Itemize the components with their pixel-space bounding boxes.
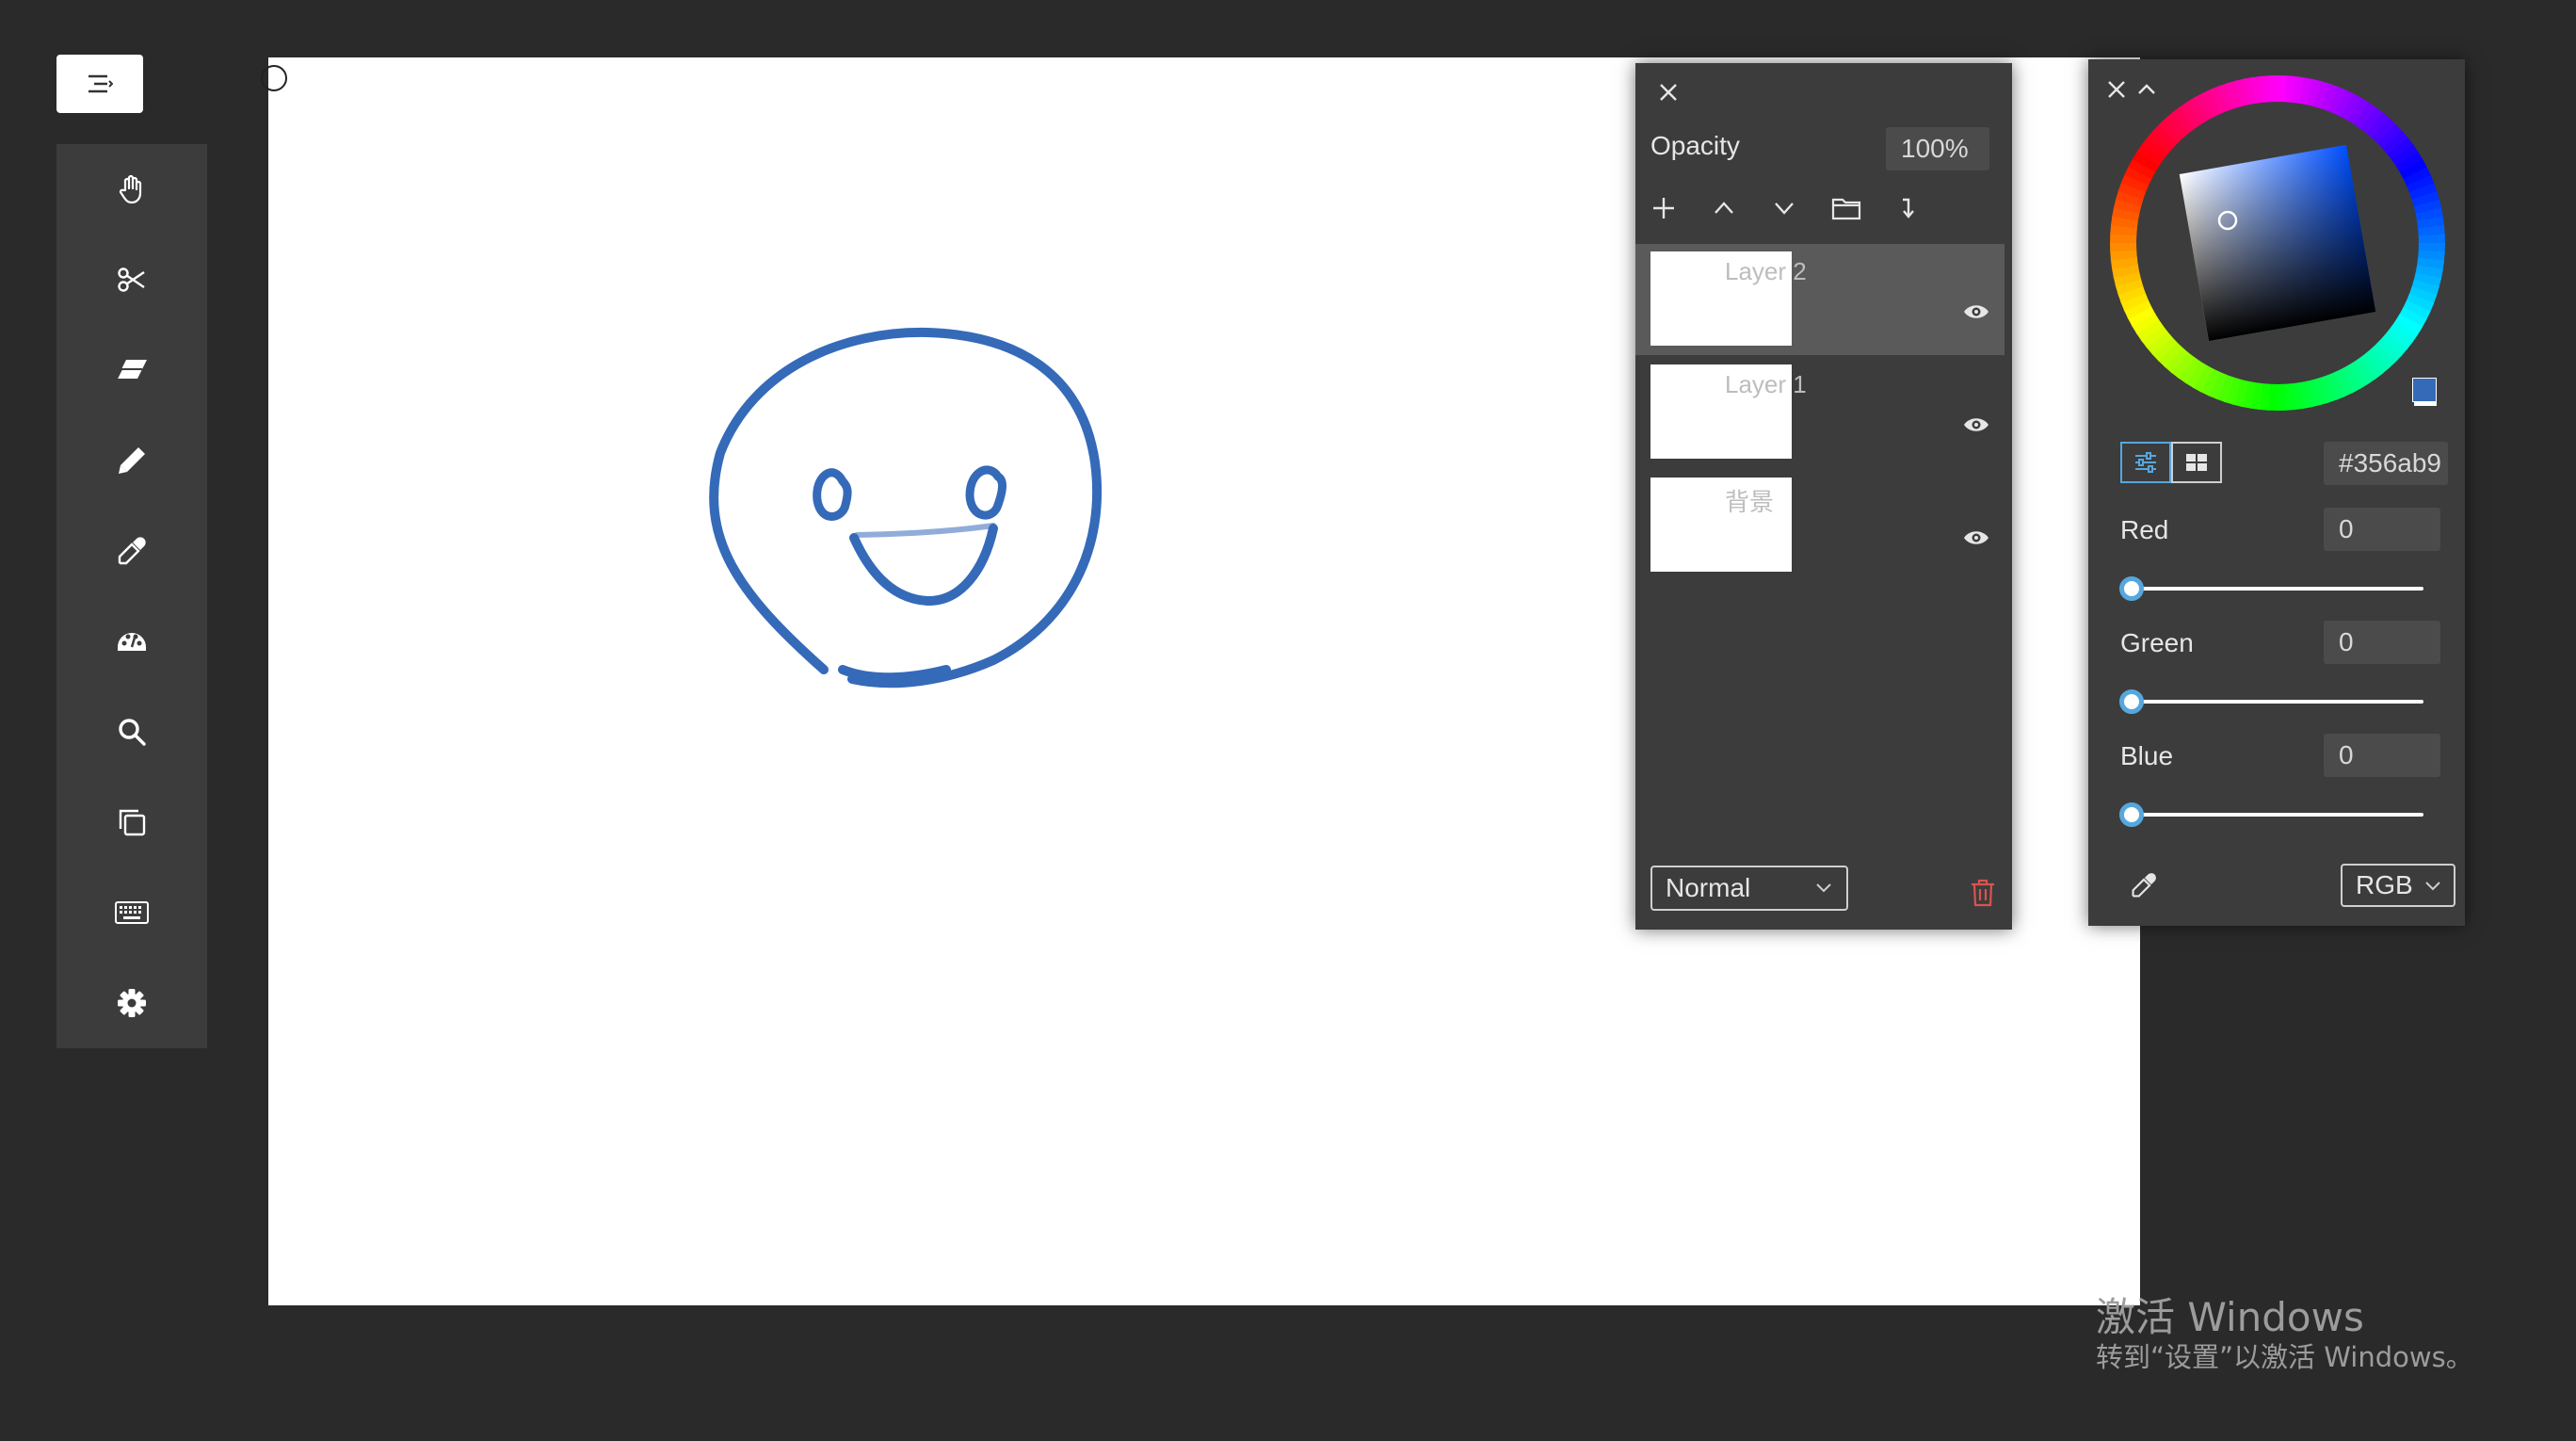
layer-row-background[interactable]: 背景 — [1635, 470, 2004, 581]
merge-down-button[interactable] — [1895, 195, 1922, 221]
watermark-title: 激活 Windows — [2096, 1294, 2364, 1340]
hand-icon — [116, 173, 148, 205]
eraser-icon — [115, 356, 149, 384]
trash-icon — [1971, 879, 1995, 907]
move-layer-down-button[interactable] — [1771, 195, 1797, 221]
close-layers-button[interactable] — [1656, 80, 1681, 105]
zoom-tool-button[interactable] — [56, 687, 207, 777]
green-slider-track[interactable] — [2132, 700, 2423, 704]
eye-icon — [1963, 302, 1989, 321]
color-wheel[interactable] — [2107, 73, 2448, 413]
visibility-toggle[interactable] — [1963, 528, 1989, 547]
copy-icon — [116, 806, 148, 838]
settings-icon — [116, 987, 148, 1019]
layers-panel: Opacity 100% Layer 2 Layer 1 背景 Normal — [1635, 63, 2012, 930]
layer-row-layer-1[interactable]: Layer 1 — [1635, 357, 2004, 468]
blue-input[interactable]: 0 — [2324, 734, 2440, 777]
brush-icon — [116, 445, 148, 477]
eyedropper-icon — [2130, 871, 2158, 899]
search-icon — [116, 716, 148, 748]
eyedropper-tool-button[interactable] — [56, 506, 207, 596]
color-mode-value: RGB — [2356, 870, 2413, 899]
watermark-subtitle: 转到“设置”以激活 Windows。 — [2096, 1341, 2473, 1373]
layer-name: Layer 2 — [1725, 257, 1807, 285]
primary-color-swatch[interactable] — [2412, 378, 2437, 402]
blue-slider-thumb[interactable] — [2119, 802, 2144, 827]
plus-icon — [1650, 195, 1677, 221]
add-layer-button[interactable] — [1650, 195, 1677, 221]
move-layer-up-button[interactable] — [1711, 195, 1737, 221]
visibility-toggle[interactable] — [1963, 302, 1989, 321]
eye-icon — [1963, 415, 1989, 434]
cut-tool-button[interactable] — [56, 235, 207, 325]
layer-name: 背景 — [1725, 489, 1775, 517]
red-slider-track[interactable] — [2132, 587, 2423, 591]
menu-button[interactable] — [56, 55, 143, 113]
layer-name: Layer 1 — [1725, 370, 1807, 398]
blue-slider-track[interactable] — [2132, 813, 2423, 817]
brush-tool-button[interactable] — [56, 415, 207, 506]
chevron-down-icon — [2423, 879, 2442, 894]
folder-icon — [1831, 195, 1861, 221]
hex-input[interactable]: #356ab9 — [2324, 442, 2448, 485]
color-panel: #356ab9 Red 0 Green 0 Blue 0 RGB — [2088, 59, 2465, 926]
tool-sidebar — [56, 144, 207, 1048]
eye-icon — [1963, 528, 1989, 547]
delete-layer-button[interactable] — [1971, 879, 1995, 907]
opacity-label: Opacity — [1650, 131, 1740, 160]
palette-tool-button[interactable] — [56, 596, 207, 687]
scissors-icon — [116, 264, 148, 296]
red-input[interactable]: 0 — [2324, 508, 2440, 551]
grid-icon — [2185, 453, 2208, 472]
visibility-toggle[interactable] — [1963, 415, 1989, 434]
chevron-down-icon — [1814, 881, 1833, 896]
keyboard-tool-button[interactable] — [56, 867, 207, 958]
blend-mode-select[interactable]: Normal — [1650, 866, 1848, 911]
close-icon — [1656, 80, 1681, 105]
menu-collapse-icon — [87, 73, 113, 95]
layers-tool-button[interactable] — [56, 777, 207, 867]
palette-icon — [115, 626, 149, 656]
green-slider-thumb[interactable] — [2119, 689, 2144, 714]
saturation-value-square[interactable] — [2179, 144, 2376, 342]
swatches-mode-button[interactable] — [2171, 442, 2222, 483]
color-mode-select[interactable]: RGB — [2341, 864, 2455, 907]
chevron-up-icon — [1711, 195, 1737, 221]
sliders-icon — [2133, 452, 2158, 473]
eyedropper-icon — [116, 535, 148, 567]
settings-tool-button[interactable] — [56, 958, 207, 1048]
layer-row-layer-2[interactable]: Layer 2 — [1635, 244, 2004, 355]
new-group-button[interactable] — [1831, 195, 1861, 221]
hand-tool-button[interactable] — [56, 144, 207, 235]
eraser-tool-button[interactable] — [56, 325, 207, 415]
red-label: Red — [2120, 515, 2169, 544]
keyboard-icon — [115, 901, 149, 924]
brush-cursor — [261, 65, 287, 91]
green-label: Green — [2120, 628, 2194, 657]
merge-down-icon — [1895, 195, 1922, 221]
green-input[interactable]: 0 — [2324, 621, 2440, 664]
chevron-down-icon — [1771, 195, 1797, 221]
opacity-input[interactable]: 100% — [1886, 127, 1989, 170]
color-eyedropper-button[interactable] — [2130, 871, 2158, 899]
red-slider-thumb[interactable] — [2119, 576, 2144, 601]
blend-mode-value: Normal — [1666, 873, 1751, 902]
sliders-mode-button[interactable] — [2120, 442, 2171, 483]
blue-label: Blue — [2120, 741, 2174, 770]
